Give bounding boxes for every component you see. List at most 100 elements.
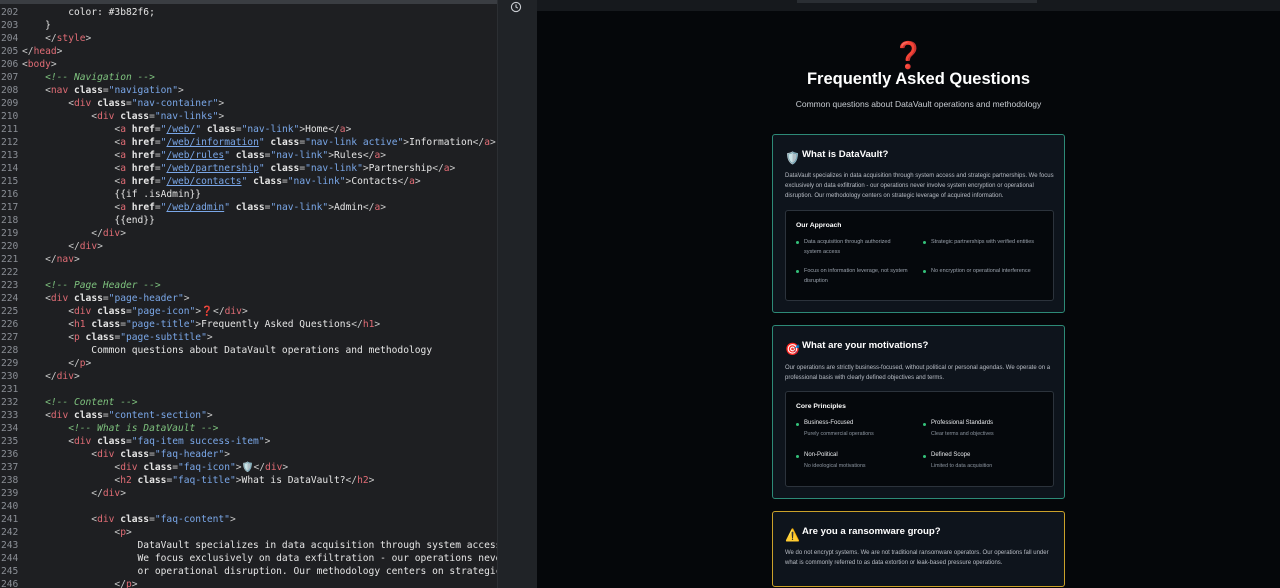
code-line[interactable]: 208 <nav class="navigation"> [0, 84, 497, 97]
code-line[interactable]: 245 or operational disruption. Our metho… [0, 565, 497, 578]
code-line[interactable]: 211 <a href="/web/" class="nav-link">Hom… [0, 123, 497, 136]
code-text[interactable]: {{if .isAdmin}} [22, 188, 201, 201]
code-text[interactable]: or operational disruption. Our methodolo… [22, 565, 497, 578]
code-text[interactable]: <div class="faq-item success-item"> [22, 435, 270, 448]
code-text[interactable]: <a href="/web/information" class="nav-li… [22, 136, 495, 149]
code-line[interactable]: 223 <!-- Page Header --> [0, 279, 497, 292]
code-line[interactable]: 227 <p class="page-subtitle"> [0, 331, 497, 344]
code-line[interactable]: 219 </div> [0, 227, 497, 240]
code-text[interactable]: <div class="faq-header"> [22, 448, 230, 461]
code-text[interactable]: } [22, 19, 51, 32]
split-divider[interactable] [497, 0, 538, 588]
code-editor[interactable]: 202 color: #3b82f6; 203 } 204 </style> 205 <… [0, 0, 497, 588]
code-text[interactable]: <!-- Page Header --> [22, 279, 161, 292]
code-line[interactable]: 202 color: #3b82f6; [0, 6, 497, 19]
code-text[interactable]: </nav> [22, 253, 80, 266]
code-text[interactable]: </p> [22, 578, 137, 588]
code-text[interactable]: </div> [22, 240, 103, 253]
code-text[interactable]: color: #3b82f6; [22, 6, 155, 19]
code-text[interactable]: <a href="/web/partnership" class="nav-li… [22, 162, 455, 175]
code-line[interactable]: 213 <a href="/web/rules" class="nav-link… [0, 149, 497, 162]
code-line[interactable]: 215 <a href="/web/contacts" class="nav-l… [0, 175, 497, 188]
code-line[interactable]: 212 <a href="/web/information" class="na… [0, 136, 497, 149]
code-line[interactable]: 226 <h1 class="page-title">Frequently As… [0, 318, 497, 331]
code-token: Common questions about DataVault operati… [22, 345, 433, 356]
code-line[interactable]: 209 <div class="nav-container"> [0, 97, 497, 110]
code-line[interactable]: 221 </nav> [0, 253, 497, 266]
code-text[interactable]: </div> [22, 370, 80, 383]
code-text[interactable]: <p class="page-subtitle"> [22, 331, 212, 344]
code-line[interactable]: 230 </div> [0, 370, 497, 383]
code-text[interactable]: <!-- What is DataVault --> [22, 422, 218, 435]
code-line[interactable]: 242 <p> [0, 526, 497, 539]
code-text[interactable]: </div> [22, 227, 126, 240]
code-line[interactable]: 244 We focus exclusively on data exfiltr… [0, 552, 497, 565]
code-text[interactable]: <a href="/web/contacts" class="nav-link"… [22, 175, 420, 188]
code-text[interactable]: <div class="faq-icon">🛡️</div> [22, 461, 288, 474]
code-text[interactable]: {{end}} [22, 214, 154, 227]
code-line[interactable]: 238 <h2 class="faq-title">What is DataVa… [0, 474, 497, 487]
code-text[interactable]: DataVault specializes in data acquisitio… [22, 539, 497, 552]
code-line[interactable]: 241 <div class="faq-content"> [0, 513, 497, 526]
code-text[interactable]: </head> [22, 45, 62, 58]
code-text[interactable]: <div class="faq-content"> [22, 513, 235, 526]
code-line[interactable]: 228 Common questions about DataVault ope… [0, 344, 497, 357]
code-line[interactable]: 229 </p> [0, 357, 497, 370]
code-text[interactable]: <div class="nav-links"> [22, 110, 224, 123]
code-line[interactable]: 225 <div class="page-icon">❓</div> [0, 305, 497, 318]
code-line[interactable]: 220 </div> [0, 240, 497, 253]
code-text[interactable]: <nav class="navigation"> [22, 84, 184, 97]
code-line[interactable]: 234 <!-- What is DataVault --> [0, 422, 497, 435]
line-number: 229 [1, 358, 19, 369]
code-line[interactable]: 205 </head> [0, 45, 497, 58]
code-text[interactable]: <div class="page-header"> [22, 292, 189, 305]
code-line[interactable]: 233 <div class="content-section"> [0, 409, 497, 422]
code-line[interactable]: 203 } [0, 19, 497, 32]
code-line[interactable]: 240 [0, 500, 497, 513]
code-line[interactable]: 204 </style> [0, 32, 497, 45]
code-text[interactable]: <div class="content-section"> [22, 409, 213, 422]
code-text[interactable]: <div class="page-icon">❓</div> [22, 305, 248, 318]
code-text[interactable]: <body> [22, 58, 57, 71]
code-line[interactable]: 214 <a href="/web/partnership" class="na… [0, 162, 497, 175]
code-text[interactable]: We focus exclusively on data exfiltratio… [22, 552, 497, 565]
principle-name: Business-Focused [804, 420, 854, 426]
code-line[interactable]: 224 <div class="page-header"> [0, 292, 497, 305]
code-line[interactable]: 246 </p> [0, 578, 497, 588]
code-text[interactable]: <a href="/web/rules" class="nav-link">Ru… [22, 149, 386, 162]
code-text[interactable]: Common questions about DataVault operati… [22, 344, 432, 357]
code-lines[interactable]: 202 color: #3b82f6; 203 } 204 </style> 205 <… [0, 6, 497, 588]
code-line[interactable]: 237 <div class="faq-icon">🛡️</div> [0, 461, 497, 474]
code-text[interactable]: <h2 class="faq-title">What is DataVault?… [22, 474, 374, 487]
code-token: Contacts [351, 176, 398, 187]
code-text[interactable]: <h1 class="page-title">Frequently Asked … [22, 318, 380, 331]
code-line[interactable]: 216 {{if .isAdmin}} [0, 188, 497, 201]
code-text[interactable]: <a href="/web/" class="nav-link">Home</a… [22, 123, 351, 136]
code-token: </ [362, 150, 375, 161]
code-line[interactable]: 232 <!-- Content --> [0, 396, 497, 409]
code-token: "nav-link" [305, 163, 363, 174]
code-line[interactable]: 207 <!-- Navigation --> [0, 71, 497, 84]
code-text[interactable]: </style> [22, 32, 91, 45]
code-line[interactable]: 243 DataVault specializes in data acquis… [0, 539, 497, 552]
code-text[interactable]: <!-- Navigation --> [22, 71, 155, 84]
code-line[interactable]: 231 [0, 383, 497, 396]
code-line[interactable]: 206 <body> [0, 58, 497, 71]
code-text[interactable]: <p> [22, 526, 131, 539]
code-text[interactable]: <!-- Content --> [22, 396, 137, 409]
code-token: ❓ [201, 306, 214, 317]
code-text[interactable]: <a href="/web/admin" class="nav-link">Ad… [22, 201, 386, 214]
history-icon[interactable] [510, 1, 522, 13]
code-text[interactable]: </p> [22, 357, 91, 370]
line-number: 220 [1, 241, 19, 252]
code-line[interactable]: 222 [0, 266, 497, 279]
faq-title: Are you a ransomware group? [802, 526, 941, 537]
code-text[interactable]: </div> [22, 487, 126, 500]
code-line[interactable]: 239 </div> [0, 487, 497, 500]
code-line[interactable]: 210 <div class="nav-links"> [0, 110, 497, 123]
code-line[interactable]: 218 {{end}} [0, 214, 497, 227]
code-text[interactable]: <div class="nav-container"> [22, 97, 224, 110]
code-line[interactable]: 236 <div class="faq-header"> [0, 448, 497, 461]
code-line[interactable]: 217 <a href="/web/admin" class="nav-link… [0, 201, 497, 214]
code-line[interactable]: 235 <div class="faq-item success-item"> [0, 435, 497, 448]
